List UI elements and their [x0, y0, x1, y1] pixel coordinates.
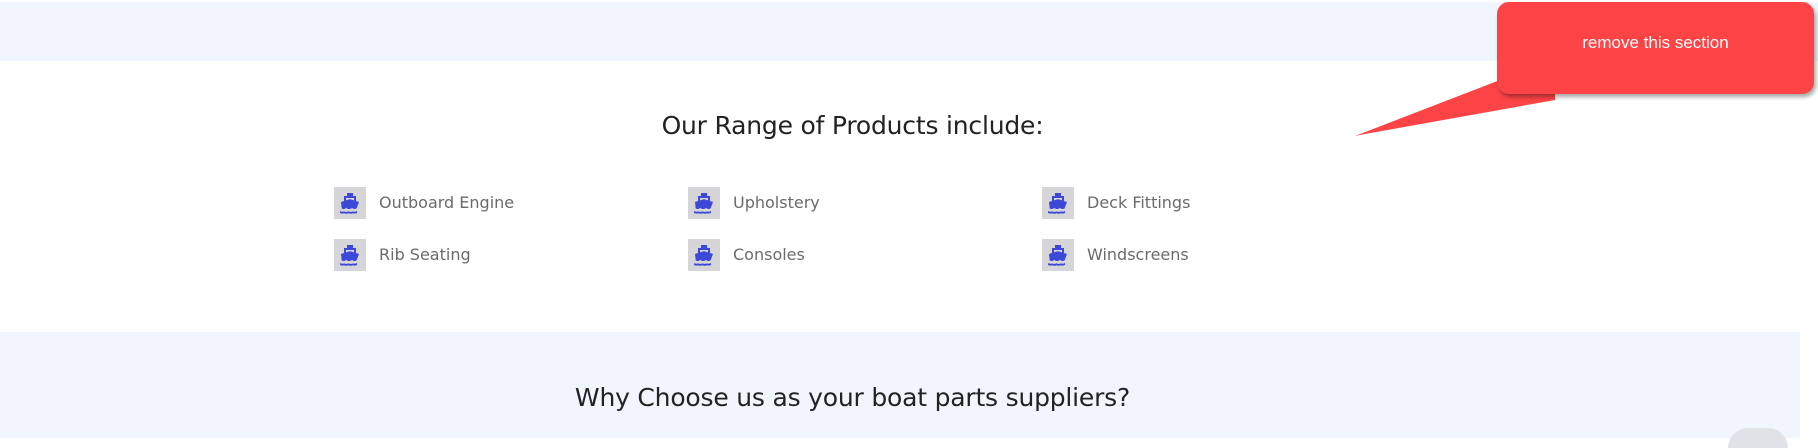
product-label: Outboard Engine	[379, 193, 515, 212]
ship-icon	[334, 186, 366, 219]
floating-widget-edge[interactable]	[1728, 428, 1788, 448]
page-gutter	[1800, 332, 1818, 438]
product-item-upholstery: Upholstery	[688, 186, 820, 219]
product-item-consoles: Consoles	[688, 238, 805, 271]
ship-icon	[1042, 186, 1074, 219]
ship-icon	[688, 238, 720, 271]
ship-icon	[334, 238, 366, 271]
ship-icon	[1042, 238, 1074, 271]
annotation-text: remove this section	[1582, 33, 1729, 52]
why-choose-title: Why Choose us as your boat parts supplie…	[574, 383, 1131, 412]
product-label: Rib Seating	[379, 245, 471, 264]
product-label: Consoles	[733, 245, 805, 264]
product-item-windscreens: Windscreens	[1042, 238, 1189, 271]
product-label: Upholstery	[733, 193, 820, 212]
product-label: Deck Fittings	[1087, 193, 1191, 212]
product-label: Windscreens	[1087, 245, 1189, 264]
product-item-outboard-engine: Outboard Engine	[334, 186, 514, 219]
product-item-rib-seating: Rib Seating	[334, 238, 471, 271]
ship-icon	[688, 186, 720, 219]
product-item-deck-fittings: Deck Fittings	[1042, 186, 1190, 219]
annotation-callout: remove this section	[1497, 2, 1814, 94]
